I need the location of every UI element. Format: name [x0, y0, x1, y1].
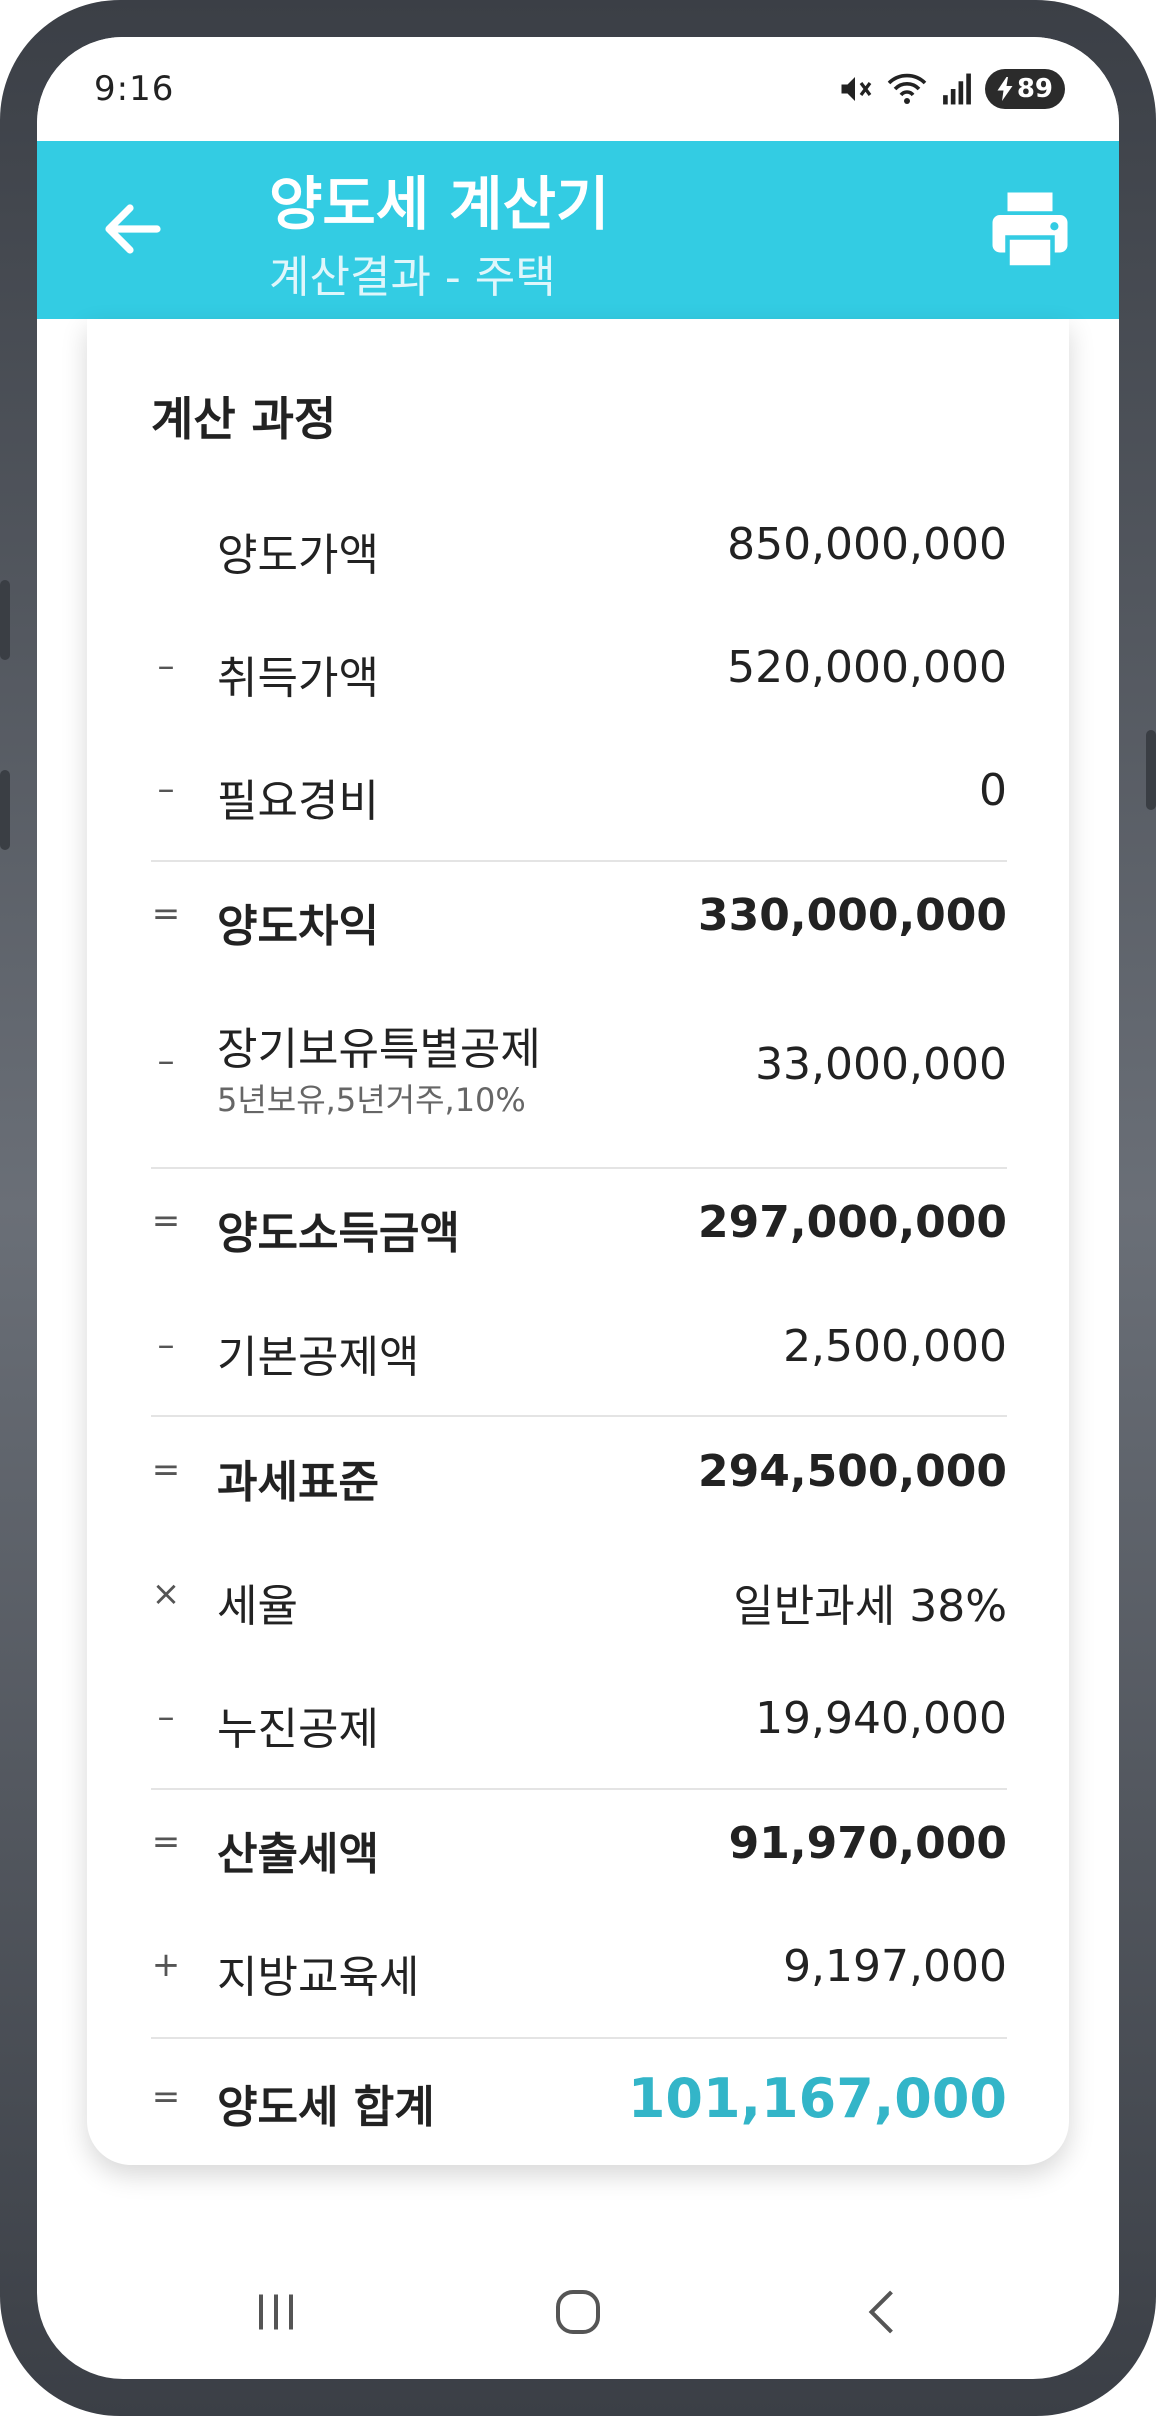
calculation-card: 계산 과정 양도가액 850,000,000 – 취득가액 520,000,00… [87, 319, 1069, 2165]
row-label: 양도세 합계 [217, 2082, 435, 2133]
row-value: 91,970,000 [728, 1818, 1007, 1869]
side-button-right [1146, 730, 1156, 810]
battery-charging-icon: 89 [984, 69, 1065, 109]
row-value: 0 [979, 765, 1007, 816]
navigation-bar [37, 2243, 1119, 2379]
card-title: 계산 과정 [151, 392, 337, 446]
recent-apps-icon [259, 2294, 293, 2330]
row-label: 누진공제 [217, 1704, 379, 1755]
row-acquisition-price: – 취득가액 520,000,000 [151, 642, 1008, 704]
row-long-term-deduction: – 장기보유특별공제 5년보유,5년거주,10% 33,000,000 [151, 1013, 1008, 1123]
row-total-tax: = 양도세 합계 101,167,000 [151, 2067, 1007, 2133]
arrow-left-icon [105, 204, 161, 254]
divider [151, 1167, 1007, 1169]
app-title: 양도세 계산기 [269, 170, 610, 238]
row-value: 297,000,000 [698, 1197, 1007, 1248]
row-value: 9,197,000 [783, 1941, 1007, 1992]
row-label: 취득가액 [217, 653, 379, 704]
row-progressive-deduction: – 누진공제 19,940,000 [151, 1693, 1008, 1755]
back-nav-button[interactable] [829, 2257, 939, 2367]
row-value: 2,500,000 [783, 1321, 1007, 1372]
row-label: 과세표준 [217, 1457, 379, 1508]
row-tax-base: = 과세표준 294,500,000 [151, 1446, 1007, 1508]
signal-icon [941, 72, 973, 106]
side-button-left-bottom [0, 770, 10, 850]
divider [151, 1788, 1007, 1790]
print-button[interactable] [985, 185, 1075, 275]
row-operator: = [151, 1450, 181, 1490]
home-icon [556, 2290, 600, 2334]
divider [151, 1415, 1007, 1417]
row-value: 일반과세 38% [733, 1581, 1007, 1632]
row-sublabel: 5년보유,5년거주,10% [217, 1081, 526, 1119]
row-operator: = [151, 1201, 181, 1241]
row-label: 세율 [217, 1581, 298, 1632]
divider [151, 2037, 1007, 2039]
row-operator: = [151, 2077, 181, 2117]
row-label: 지방교육세 [217, 1952, 420, 2003]
row-value: 520,000,000 [727, 642, 1007, 693]
row-label: 양도가액 [217, 530, 379, 581]
status-bar: 9:16 89 [37, 37, 1119, 141]
row-local-education-tax: + 지방교육세 9,197,000 [151, 1941, 1007, 2003]
row-operator: × [151, 1574, 181, 1614]
row-necessary-expenses: – 필요경비 0 [151, 765, 1008, 827]
row-label: 양도차익 [217, 901, 379, 952]
app-bar: 양도세 계산기 계산결과 - 주택 [37, 141, 1119, 319]
row-value: 33,000,000 [755, 1039, 1007, 1090]
phone-frame: 9:16 89 양도세 계산기 계산결과 - 주택 계산 과정 양도가액 850… [0, 0, 1156, 2416]
divider [151, 860, 1007, 862]
printer-icon [992, 192, 1068, 270]
status-time: 9:16 [94, 69, 175, 109]
row-capital-gain: = 양도차익 330,000,000 [151, 890, 1007, 952]
row-tax-rate: × 세율 일반과세 38% [151, 1570, 1007, 1632]
home-button[interactable] [523, 2257, 633, 2367]
row-value: 330,000,000 [698, 890, 1007, 941]
row-label: 장기보유특별공제 [217, 1024, 541, 1075]
row-transfer-price: 양도가액 850,000,000 [151, 519, 1007, 581]
row-operator: = [151, 1822, 181, 1862]
wifi-icon [885, 71, 929, 107]
row-label: 양도소득금액 [217, 1208, 460, 1259]
row-transfer-income: = 양도소득금액 297,000,000 [151, 1197, 1007, 1259]
row-operator: + [151, 1945, 181, 1985]
total-tax-value: 101,167,000 [627, 2067, 1007, 2130]
row-operator: = [151, 894, 181, 934]
row-value: 19,940,000 [755, 1693, 1007, 1744]
status-icons: 89 [837, 67, 1065, 111]
row-operator: – [157, 1325, 175, 1365]
row-label: 필요경비 [217, 776, 379, 827]
row-operator: – [157, 1697, 175, 1737]
row-value: 850,000,000 [727, 519, 1007, 570]
row-label: 산출세액 [217, 1829, 379, 1880]
mute-icon [837, 71, 873, 107]
back-button[interactable] [97, 193, 169, 265]
screen: 9:16 89 양도세 계산기 계산결과 - 주택 계산 과정 양도가액 850… [37, 37, 1119, 2379]
row-label: 기본공제액 [217, 1332, 420, 1383]
row-value: 294,500,000 [698, 1446, 1007, 1497]
recent-apps-button[interactable] [221, 2257, 331, 2367]
app-subtitle: 계산결과 - 주택 [269, 252, 556, 303]
row-basic-deduction: – 기본공제액 2,500,000 [151, 1321, 1008, 1383]
row-calculated-tax: = 산출세액 91,970,000 [151, 1818, 1007, 1880]
back-nav-icon [868, 2290, 893, 2334]
side-button-left-top [0, 580, 10, 660]
row-operator: – [157, 646, 175, 686]
row-operator: – [157, 769, 175, 809]
battery-level: 89 [1016, 74, 1053, 104]
row-operator: – [157, 1041, 175, 1081]
